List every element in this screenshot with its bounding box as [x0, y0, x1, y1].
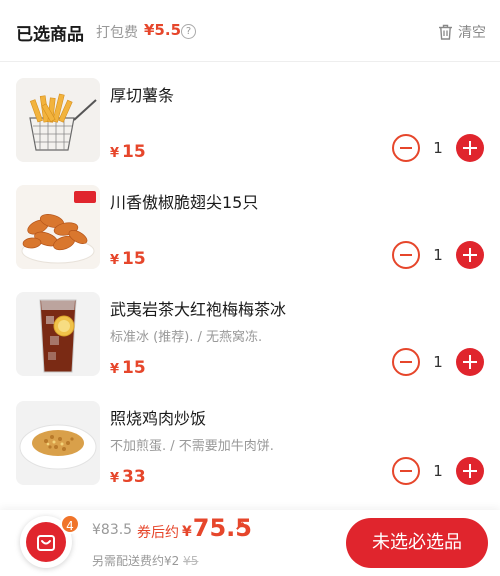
quantity-value: 1 — [433, 462, 443, 480]
decrease-button[interactable] — [392, 134, 420, 162]
product-image-wings — [16, 185, 100, 269]
clear-cart-button[interactable]: 清空 — [438, 22, 486, 42]
product-image-fries — [16, 78, 100, 162]
product-image-iced-tea — [16, 292, 100, 376]
item-name: 武夷岩茶大红袍梅梅茶冰 — [110, 300, 287, 319]
item-price: ¥15 — [110, 142, 146, 162]
item-price: ¥33 — [110, 467, 146, 487]
increase-button[interactable] — [456, 457, 484, 485]
quantity-value: 1 — [433, 246, 443, 264]
delivery-original-fee: ¥5 — [183, 554, 199, 568]
product-image-fried-rice — [16, 401, 100, 485]
increase-button[interactable] — [456, 134, 484, 162]
increase-button[interactable] — [456, 241, 484, 269]
list-item: 照烧鸡肉炒饭 不加煎蛋. / 不需要加牛肉饼. ¥33 1 — [0, 401, 500, 509]
item-spec: 不加煎蛋. / 不需要加牛肉饼. — [110, 439, 274, 454]
decrease-button[interactable] — [392, 348, 420, 376]
item-price: ¥15 — [110, 249, 146, 269]
list-item: 厚切薯条 ¥15 1 — [0, 78, 500, 186]
quantity-stepper: 1 — [392, 457, 484, 485]
select-required-items-button[interactable]: 未选必选品 — [346, 518, 488, 568]
decrease-button[interactable] — [392, 241, 420, 269]
help-icon[interactable]: ? — [181, 24, 196, 39]
quantity-stepper: 1 — [392, 134, 484, 162]
quantity-value: 1 — [433, 139, 443, 157]
original-total: ¥83.5 — [92, 522, 133, 538]
item-name: 厚切薯条 — [110, 86, 175, 105]
cart-count-badge: 4 — [60, 514, 80, 534]
clear-label: 清空 — [458, 25, 486, 41]
header-title: 已选商品 — [16, 25, 84, 45]
trash-icon — [439, 24, 452, 40]
increase-button[interactable] — [456, 348, 484, 376]
cart-button[interactable]: 4 — [20, 514, 80, 568]
cart-header: 已选商品 打包费 ¥5.5 ? 清空 — [0, 0, 500, 62]
item-name: 川香傲椒脆翅尖15只 — [110, 193, 259, 212]
list-item: 川香傲椒脆翅尖15只 ¥15 1 — [0, 185, 500, 293]
packaging-fee-label: 打包费 — [96, 25, 138, 41]
delivery-fee-note: 另需配送费约¥2 ¥5 — [92, 554, 199, 568]
quantity-stepper: 1 — [392, 348, 484, 376]
item-spec: 标准冰 (推荐). / 无燕窝冻. — [110, 330, 263, 345]
packaging-fee-price: ¥5.5 — [144, 21, 182, 39]
item-price: ¥15 — [110, 358, 146, 378]
decrease-button[interactable] — [392, 457, 420, 485]
quantity-stepper: 1 — [392, 241, 484, 269]
item-name: 照烧鸡肉炒饭 — [110, 409, 207, 428]
estimate-label: 券后约 — [137, 525, 179, 541]
list-item: 武夷岩茶大红袍梅梅茶冰 标准冰 (推荐). / 无燕窝冻. ¥15 1 — [0, 292, 500, 400]
quantity-value: 1 — [433, 353, 443, 371]
cart-sheet: 已选商品 打包费 ¥5.5 ? 清空 厚切薯条 ¥ 15 1 川香傲椒脆翅尖15… — [0, 0, 500, 576]
checkout-bar: 4 ¥83.5 券后约 ¥75.5 另需配送费约¥2 ¥5 未选必选品 — [0, 510, 500, 576]
